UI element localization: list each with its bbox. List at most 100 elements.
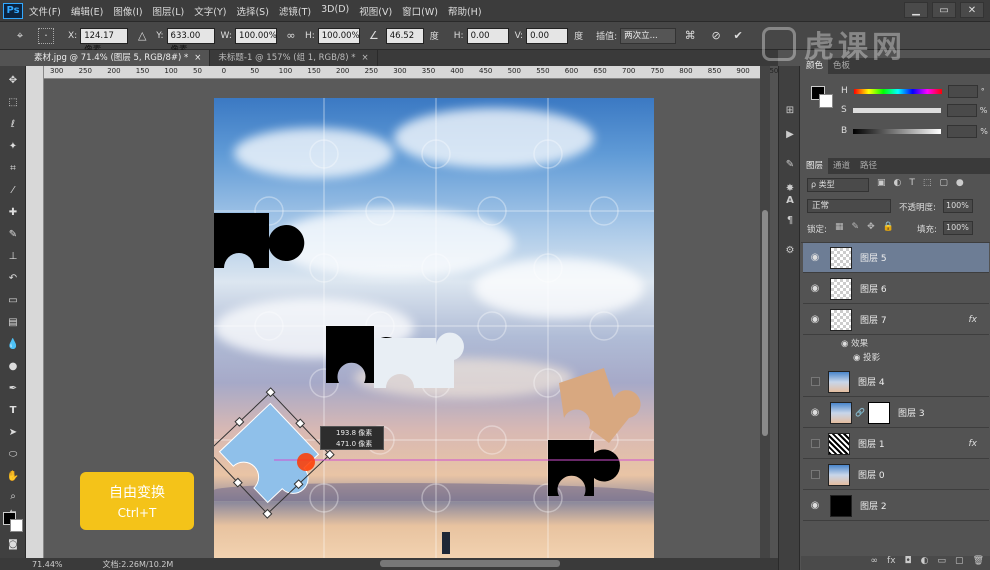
- lock-all-icon[interactable]: 🔒: [883, 222, 894, 232]
- reference-point-icon[interactable]: ·: [38, 27, 54, 44]
- zoom-level[interactable]: 71.44%: [32, 560, 63, 569]
- menu-item[interactable]: 文字(Y): [194, 4, 226, 18]
- layer-row[interactable]: ◉ 🔗 图层 3: [803, 398, 989, 428]
- layer-row[interactable]: 图层 0: [803, 460, 989, 490]
- layer-row[interactable]: ◉ 图层 7 fx: [803, 305, 989, 335]
- y-field[interactable]: 633.00 像素: [166, 27, 215, 55]
- opacity-field[interactable]: 100%: [943, 199, 973, 213]
- tab-layers[interactable]: 图层: [801, 158, 829, 174]
- hskew-field[interactable]: 0.00: [466, 27, 509, 44]
- brightness-slider[interactable]: [853, 128, 942, 134]
- vertical-scrollbar[interactable]: [760, 66, 770, 558]
- menu-item[interactable]: 图层(L): [153, 4, 185, 18]
- eye-icon[interactable]: ◉: [808, 406, 822, 420]
- crop-tool-icon[interactable]: ⌗: [5, 160, 21, 176]
- layer-row[interactable]: ◉ 图层 6: [803, 274, 989, 304]
- new-group-icon[interactable]: ▭: [938, 556, 947, 570]
- lock-position-icon[interactable]: ✥: [867, 222, 875, 232]
- eye-icon[interactable]: ◉: [808, 313, 822, 327]
- vskew-field[interactable]: 0.00: [526, 27, 569, 44]
- menu-item[interactable]: 3D(D): [321, 4, 349, 18]
- fill-field[interactable]: 100%: [943, 221, 973, 235]
- menu-item[interactable]: 文件(F): [29, 4, 61, 18]
- transform-tool-icon[interactable]: ⌖: [12, 28, 28, 44]
- layer-row[interactable]: ◉ 图层 2: [803, 491, 989, 521]
- lock-transparent-icon[interactable]: ▦: [835, 222, 844, 232]
- layer-filter-dropdown[interactable]: ρ 类型: [807, 178, 869, 192]
- tab-swatches[interactable]: 色板: [828, 58, 855, 74]
- history-icon[interactable]: ⊞: [782, 102, 798, 118]
- bg-color-chip[interactable]: [819, 94, 833, 108]
- hue-slider[interactable]: [853, 88, 942, 94]
- move-tool-icon[interactable]: ✥: [5, 72, 21, 88]
- menu-item[interactable]: 图像(I): [113, 4, 142, 18]
- eye-icon[interactable]: ◉: [808, 282, 822, 296]
- menu-item[interactable]: 帮助(H): [448, 4, 482, 18]
- delete-layer-icon[interactable]: 🗑: [973, 556, 984, 570]
- character-icon[interactable]: A: [782, 192, 798, 208]
- marquee-tool-icon[interactable]: ⬚: [5, 94, 21, 110]
- stamp-tool-icon[interactable]: ⊥: [5, 248, 21, 264]
- path-select-icon[interactable]: ➤: [5, 424, 21, 440]
- w-field[interactable]: 100.00%: [234, 27, 277, 44]
- hidden-eye-box[interactable]: [811, 439, 820, 448]
- add-style-icon[interactable]: fx: [887, 556, 896, 570]
- saturation-slider[interactable]: [852, 107, 941, 113]
- minimize-button[interactable]: ▁: [904, 2, 928, 18]
- eyedropper-tool-icon[interactable]: ⁄: [5, 182, 21, 198]
- layer-row[interactable]: 图层 1 fx: [803, 429, 989, 459]
- eye-icon[interactable]: ◉: [853, 353, 863, 363]
- blur-tool-icon[interactable]: 💧: [5, 336, 21, 352]
- brightness-value-field[interactable]: [947, 124, 978, 138]
- menu-item[interactable]: 窗口(W): [402, 4, 438, 18]
- brush-tool-icon[interactable]: ✎: [5, 226, 21, 242]
- lock-pixels-icon[interactable]: ✎: [852, 222, 860, 232]
- gradient-tool-icon[interactable]: ▤: [5, 314, 21, 330]
- actions-icon[interactable]: ▶: [782, 126, 798, 142]
- properties-icon[interactable]: ✎: [782, 156, 798, 172]
- eye-icon[interactable]: ◉: [808, 499, 822, 513]
- link-proportions-icon[interactable]: ∞: [283, 28, 299, 44]
- menu-item[interactable]: 滤镜(T): [279, 4, 311, 18]
- quick-mask-icon[interactable]: ◙: [5, 536, 21, 552]
- hidden-eye-box[interactable]: [811, 470, 820, 479]
- layer-row[interactable]: ◉ 图层 5: [803, 243, 989, 273]
- hidden-eye-box[interactable]: [811, 377, 820, 386]
- eye-icon[interactable]: ◉: [841, 339, 851, 349]
- tab-color[interactable]: 颜色: [801, 58, 829, 74]
- delta-icon[interactable]: △: [134, 28, 150, 44]
- layer-mask-thumbnail[interactable]: [867, 401, 890, 424]
- interp-dropdown[interactable]: 两次立...: [620, 27, 677, 44]
- background-color-swatch[interactable]: [10, 519, 23, 532]
- close-icon[interactable]: ×: [361, 50, 368, 66]
- dodge-tool-icon[interactable]: ●: [5, 358, 21, 374]
- new-layer-icon[interactable]: ▢: [955, 556, 964, 570]
- commit-transform-icon[interactable]: ✔: [730, 28, 746, 44]
- cancel-transform-icon[interactable]: ⊘: [708, 28, 724, 44]
- scroll-thumb[interactable]: [762, 210, 768, 436]
- h-field[interactable]: 100.00%: [317, 27, 360, 44]
- filter-pixel-icon[interactable]: ▣: [877, 178, 886, 188]
- tab-untitled[interactable]: 未标题-1 @ 157% (组 1, RGB/8) * ×: [210, 50, 378, 66]
- lasso-tool-icon[interactable]: ℓ: [5, 116, 21, 132]
- paragraph-icon[interactable]: ¶: [782, 212, 798, 228]
- link-layers-icon[interactable]: ∞: [871, 556, 879, 570]
- tab-channels[interactable]: 通道: [828, 158, 855, 174]
- menu-item[interactable]: 选择(S): [236, 4, 268, 18]
- menu-item[interactable]: 视图(V): [359, 4, 392, 18]
- close-icon[interactable]: ×: [194, 50, 201, 66]
- filter-smart-icon[interactable]: ▢: [939, 178, 948, 188]
- horizontal-scroll-thumb[interactable]: [380, 560, 560, 567]
- layer-row[interactable]: 图层 4: [803, 367, 989, 397]
- x-field[interactable]: 124.17 像素: [80, 27, 129, 55]
- magic-wand-icon[interactable]: ✦: [5, 138, 21, 154]
- shape-tool-icon[interactable]: ⬭: [5, 446, 21, 462]
- saturation-value-field[interactable]: [946, 103, 977, 117]
- eraser-tool-icon[interactable]: ▭: [5, 292, 21, 308]
- fx-badge[interactable]: fx: [969, 439, 978, 449]
- hue-value-field[interactable]: [947, 84, 978, 98]
- pen-tool-icon[interactable]: ✒: [5, 380, 21, 396]
- zoom-tool-icon[interactable]: ⌕: [5, 488, 21, 504]
- filter-type-icon[interactable]: T: [909, 178, 915, 188]
- filter-shape-icon[interactable]: ⬚: [923, 178, 932, 188]
